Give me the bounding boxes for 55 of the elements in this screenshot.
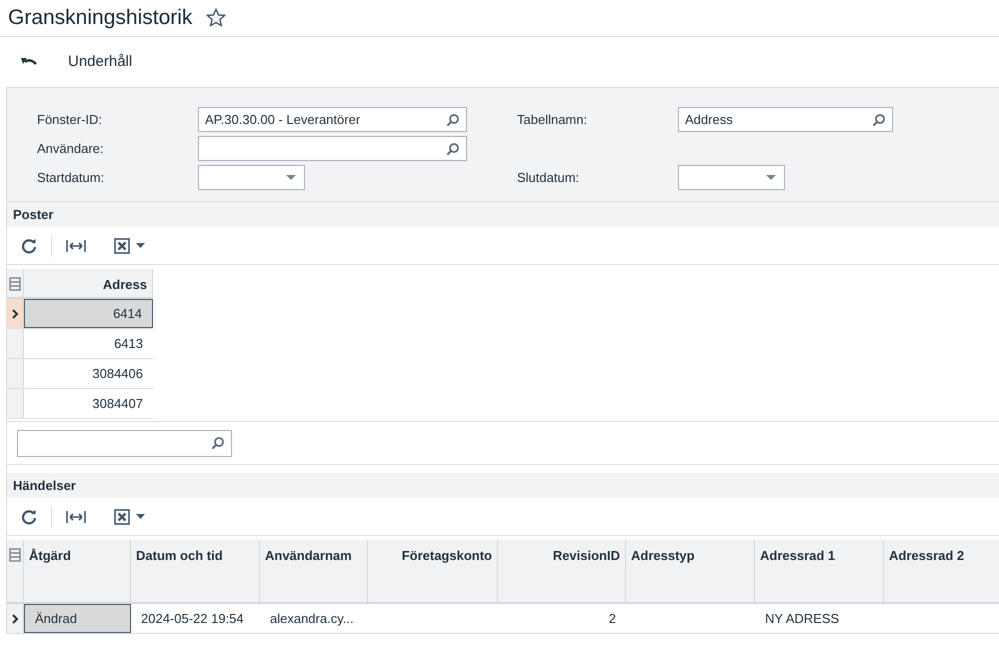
- date-field[interactable]: [678, 165, 785, 190]
- column-settings-icon[interactable]: [9, 277, 21, 291]
- field-label: Fönster-ID:: [37, 110, 104, 129]
- search-field[interactable]: [17, 430, 232, 456]
- excel-icon: [114, 238, 130, 254]
- table-cell: 6414: [24, 299, 153, 328]
- column-header[interactable]: Adressrad 2: [884, 540, 999, 602]
- lookup-field[interactable]: [198, 136, 467, 161]
- export-excel-button[interactable]: [114, 508, 145, 524]
- table-cell-text: NY ADRESS: [764, 610, 840, 628]
- maintenance-button[interactable]: Underhåll: [68, 50, 132, 74]
- column-header[interactable]: Åtgärd: [24, 540, 131, 602]
- caret-icon: [136, 243, 145, 248]
- search-icon[interactable]: [211, 436, 225, 450]
- chevron-right-icon: [12, 308, 18, 318]
- table-cell: Ändrad: [24, 604, 131, 633]
- fit-columns-icon[interactable]: [66, 510, 86, 524]
- search-icon[interactable]: [446, 112, 460, 126]
- field-label: Startdatum:: [37, 168, 106, 187]
- column-settings-icon[interactable]: [9, 548, 21, 562]
- section-header: Poster: [7, 202, 999, 227]
- field-label: Tabellnamn:: [517, 110, 588, 129]
- column-header[interactable]: Datum och tid: [131, 540, 260, 602]
- column-header[interactable]: Adresstyp: [626, 540, 755, 602]
- field-label: Slutdatum:: [517, 168, 580, 187]
- export-excel-button[interactable]: [114, 238, 145, 254]
- column-header[interactable]: RevisionID: [498, 540, 626, 602]
- table-cell-text: 3084407: [91, 394, 144, 413]
- favorite-star-icon[interactable]: [206, 8, 226, 28]
- row-selector[interactable]: [7, 604, 24, 633]
- page-title: Granskningshistorik: [8, 5, 192, 32]
- section-header: Händelser: [7, 473, 999, 498]
- table-cell-text: 2024-05-22 19:54: [140, 610, 245, 628]
- lookup-field[interactable]: AP.30.30.00 - Leverantörer: [198, 107, 467, 132]
- row-selector[interactable]: [7, 299, 24, 328]
- column-header[interactable]: Företagskonto: [368, 540, 498, 602]
- table-cell-text: 6413: [113, 334, 144, 353]
- table-cell-text: 2: [608, 610, 617, 628]
- date-field[interactable]: [198, 165, 305, 190]
- table-cell-text: alexandra.cy...: [269, 610, 355, 628]
- caret-icon: [136, 514, 145, 519]
- dropdown-caret-icon[interactable]: [766, 174, 776, 180]
- dropdown-caret-icon[interactable]: [286, 174, 296, 180]
- excel-icon: [114, 508, 130, 524]
- refresh-icon[interactable]: [21, 238, 37, 254]
- chevron-right-icon: [12, 614, 18, 624]
- search-icon[interactable]: [872, 112, 886, 126]
- column-header[interactable]: Adressrad 1: [755, 540, 884, 602]
- field-label: Användare:: [37, 140, 104, 158]
- column-header[interactable]: Användarnam: [260, 540, 368, 602]
- refresh-icon[interactable]: [21, 508, 37, 524]
- lookup-field[interactable]: Address: [678, 107, 893, 132]
- table-cell-text: 3084406: [91, 364, 144, 383]
- search-icon[interactable]: [446, 142, 460, 156]
- fit-columns-icon[interactable]: [66, 238, 86, 252]
